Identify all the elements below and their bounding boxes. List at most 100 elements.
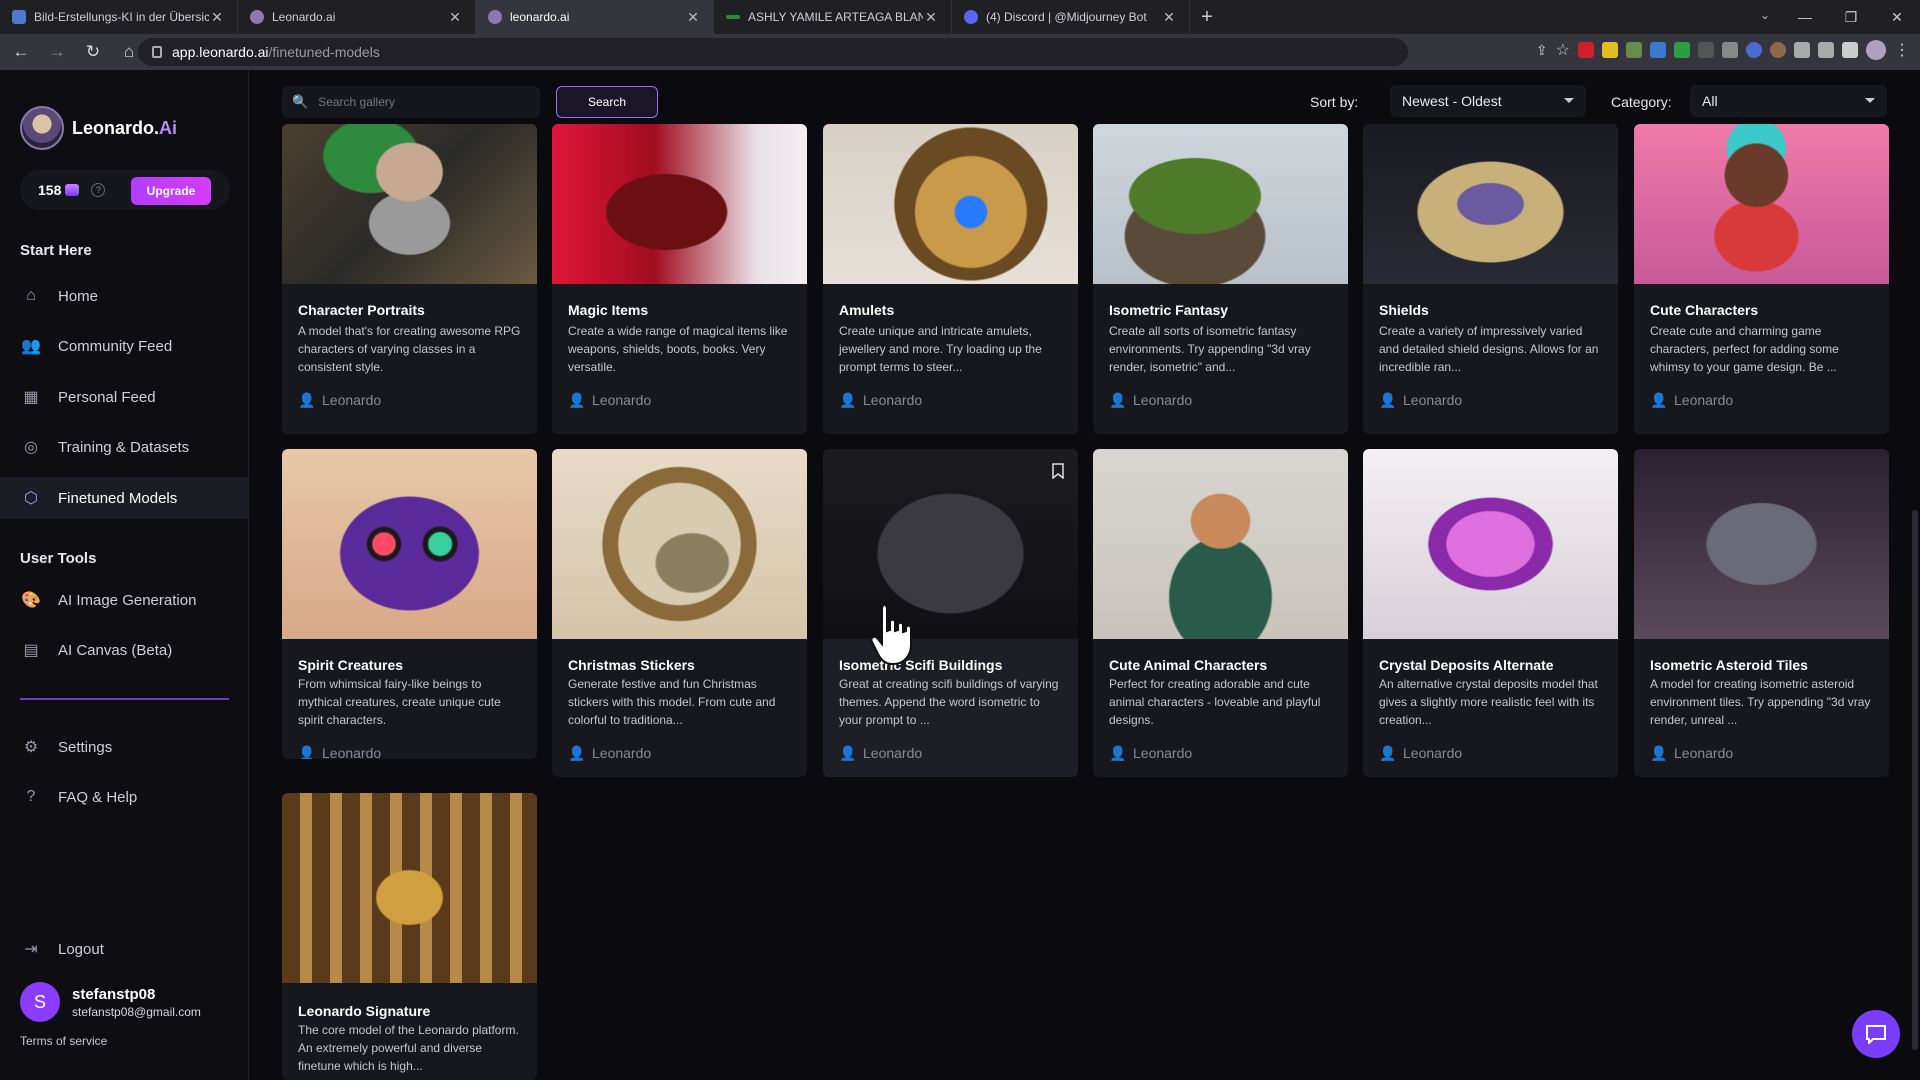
model-card[interactable]: Isometric Scifi Buildings Great at creat… <box>823 449 1078 777</box>
model-card[interactable]: Amulets Create unique and intricate amul… <box>823 124 1078 434</box>
extension-icon[interactable] <box>1746 42 1762 58</box>
model-thumbnail[interactable] <box>282 449 537 639</box>
nav-community-feed[interactable]: 👥 Community Feed <box>0 325 249 367</box>
restore-icon[interactable]: ❐ <box>1828 0 1874 34</box>
search-button[interactable]: Search <box>556 86 658 118</box>
share-icon[interactable]: ⇪ <box>1536 42 1548 59</box>
brand[interactable]: Leonardo.Ai <box>20 106 177 150</box>
upgrade-button[interactable]: Upgrade <box>131 177 211 205</box>
playlist-icon[interactable] <box>1818 42 1834 58</box>
new-tab-icon[interactable]: + <box>1190 0 1224 34</box>
nav-finetuned-models[interactable]: ⬡ Finetuned Models <box>0 477 249 519</box>
nav-home[interactable]: ⌂ Home <box>0 275 249 317</box>
model-thumbnail[interactable] <box>823 449 1078 639</box>
sidebar: Leonardo.Ai 158 ? Upgrade Start Here ⌂ H… <box>0 70 249 1080</box>
sidepanel-icon[interactable] <box>1842 42 1858 58</box>
model-thumbnail[interactable] <box>282 124 537 284</box>
model-card[interactable]: Magic Items Create a wide range of magic… <box>552 124 807 434</box>
extension-icon[interactable] <box>1698 42 1714 58</box>
menu-icon[interactable]: ⋮ <box>1894 40 1910 60</box>
minimize-icon[interactable]: — <box>1782 0 1828 34</box>
help-icon[interactable]: ? <box>91 183 106 197</box>
extension-icon[interactable] <box>1770 42 1786 58</box>
community-icon: 👥 <box>21 338 41 355</box>
lock-icon[interactable] <box>152 46 162 58</box>
category-select[interactable]: All <box>1690 85 1887 117</box>
nav-personal-feed[interactable]: ▦ Personal Feed <box>0 376 249 418</box>
search-input[interactable] <box>318 95 519 109</box>
extension-icon[interactable] <box>1650 42 1666 58</box>
model-thumbnail[interactable] <box>552 124 807 284</box>
model-thumbnail[interactable] <box>1093 124 1348 284</box>
model-card[interactable]: Spirit Creatures From whimsical fairy-li… <box>282 449 537 759</box>
search-box: 🔍 <box>282 86 540 118</box>
tab-title: Bild-Erstellungs-KI in der Übersic <box>34 10 209 24</box>
close-tab-icon[interactable]: ✕ <box>923 9 939 26</box>
model-author: 👤 Leonardo <box>1379 392 1463 408</box>
extension-icon[interactable] <box>1626 42 1642 58</box>
user-icon: 👤 <box>1650 745 1668 761</box>
training-icon: ◎ <box>24 439 38 456</box>
address-bar[interactable]: app.leonardo.ai/finetuned-models <box>138 38 1408 66</box>
star-icon[interactable]: ☆ <box>1556 40 1570 60</box>
nav-ai-image-generation[interactable]: 🎨 AI Image Generation <box>0 579 249 621</box>
nav-ai-canvas[interactable]: ▤ AI Canvas (Beta) <box>0 629 249 671</box>
category-label: Category: <box>1611 94 1672 110</box>
model-author: 👤 Leonardo <box>1650 392 1734 408</box>
camera-icon[interactable] <box>1722 42 1738 58</box>
model-card[interactable]: Isometric Asteroid Tiles A model for cre… <box>1634 449 1889 777</box>
model-thumbnail[interactable] <box>1363 449 1618 639</box>
nav-settings[interactable]: ⚙ Settings <box>0 726 249 768</box>
model-card[interactable]: Shields Create a variety of impressively… <box>1363 124 1618 434</box>
model-card[interactable]: Character Portraits A model that's for c… <box>282 124 537 434</box>
model-card[interactable]: Cute Characters Create cute and charming… <box>1634 124 1889 434</box>
nav-training-datasets[interactable]: ◎ Training & Datasets <box>0 426 249 468</box>
model-thumbnail[interactable] <box>1093 449 1348 639</box>
browser-tab[interactable]: Bild-Erstellungs-KI in der Übersic ✕ <box>0 0 238 34</box>
model-description: An alternative crystal deposits model th… <box>1379 677 1598 727</box>
model-card[interactable]: Crystal Deposits Alternate An alternativ… <box>1363 449 1618 777</box>
extension-icon[interactable] <box>1602 42 1618 58</box>
model-thumbnail[interactable] <box>552 449 807 639</box>
scrollbar[interactable] <box>1912 510 1918 1050</box>
close-tab-icon[interactable]: ✕ <box>1161 9 1177 26</box>
chat-support-button[interactable] <box>1852 1010 1900 1058</box>
model-card[interactable]: Christmas Stickers Generate festive and … <box>552 449 807 777</box>
nav-faq-help[interactable]: ? FAQ & Help <box>0 776 249 818</box>
user-email: stefanstp08@gmail.com <box>72 1004 201 1019</box>
tab-search-icon[interactable]: ⌄ <box>1760 8 1770 22</box>
browser-tab[interactable]: (4) Discord | @Midjourney Bot ✕ <box>952 0 1190 34</box>
back-icon[interactable]: ← <box>6 37 36 67</box>
close-tab-icon[interactable]: ✕ <box>685 9 701 26</box>
model-card[interactable]: Cute Animal Characters Perfect for creat… <box>1093 449 1348 777</box>
model-thumbnail[interactable] <box>1634 449 1889 639</box>
model-thumbnail[interactable] <box>823 124 1078 284</box>
bookmark-icon[interactable] <box>1052 463 1064 479</box>
forward-icon[interactable]: → <box>42 37 72 67</box>
model-thumbnail[interactable] <box>282 793 537 983</box>
terms-link[interactable]: Terms of service <box>20 1034 107 1048</box>
model-card[interactable]: Leonardo Signature The core model of the… <box>282 793 537 1080</box>
download-icon[interactable] <box>1674 42 1690 58</box>
model-thumbnail[interactable] <box>1634 124 1889 284</box>
sort-select[interactable]: Newest - Oldest <box>1390 85 1586 117</box>
section-start-here: Start Here <box>20 242 92 259</box>
reload-icon[interactable]: ↻ <box>78 37 108 67</box>
profile-icon[interactable] <box>1866 40 1886 60</box>
close-window-icon[interactable]: ✕ <box>1874 0 1920 34</box>
close-tab-icon[interactable]: ✕ <box>209 9 225 26</box>
user-profile[interactable]: S stefanstp08 stefanstp08@gmail.com <box>20 982 201 1022</box>
tab-favicon-icon <box>726 15 740 19</box>
close-tab-icon[interactable]: ✕ <box>447 9 463 26</box>
model-author: 👤 Leonardo <box>1109 745 1193 761</box>
puzzle-icon[interactable] <box>1794 42 1810 58</box>
user-icon: 👤 <box>298 392 316 408</box>
adblock-icon[interactable] <box>1578 42 1594 58</box>
browser-tab[interactable]: ASHLY YAMILE ARTEAGA BLANQ ✕ <box>714 0 952 34</box>
browser-tab-active[interactable]: leonardo.ai ✕ <box>476 0 714 34</box>
browser-tab[interactable]: Leonardo.ai ✕ <box>238 0 476 34</box>
nav-logout[interactable]: ⇥ Logout <box>0 928 249 970</box>
model-thumbnail[interactable] <box>1363 124 1618 284</box>
model-title: Magic Items <box>568 302 649 318</box>
model-card[interactable]: Isometric Fantasy Create all sorts of is… <box>1093 124 1348 434</box>
